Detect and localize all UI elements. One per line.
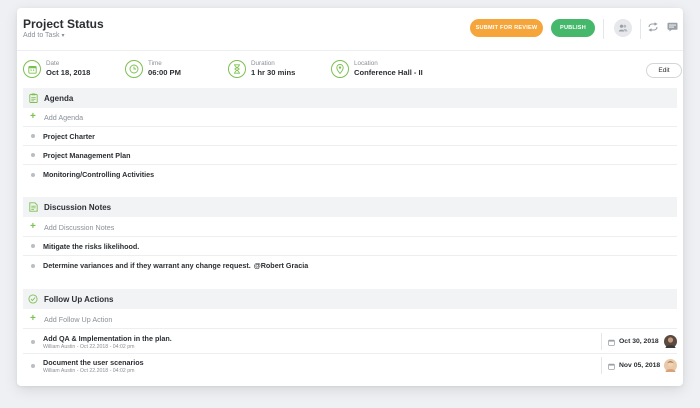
hourglass-icon [228, 60, 246, 78]
list-item[interactable]: Project Management Plan [23, 146, 677, 165]
clipboard-icon [28, 93, 38, 103]
mention-link[interactable]: @Robert Gracia [254, 261, 309, 270]
agenda-section-header: Agenda [23, 88, 677, 108]
bullet [31, 244, 35, 248]
add-agenda-button[interactable]: + Add Agenda [23, 108, 677, 127]
meeting-card: Project Status Add to Task ▾ SUBMIT FOR R… [17, 8, 683, 386]
due-date-text: Oct 30, 2018 [619, 338, 659, 345]
action-title: Add QA & Implementation in the plan. [43, 333, 172, 343]
note-text: Mitigate the risks likelihood. [43, 241, 140, 251]
avatar[interactable] [664, 359, 677, 372]
plus-icon: + [30, 313, 36, 324]
action-title: Document the user scenarios [43, 358, 144, 367]
message-icon [667, 19, 678, 37]
agenda-item-text: Monitoring/Controlling Activities [43, 170, 155, 179]
agenda-title: Agenda [44, 93, 74, 103]
agenda-item-text: Project Charter [43, 131, 95, 141]
duration-value: 1 hr 30 mins [251, 68, 296, 77]
notes-section-header: Discussion Notes [23, 197, 677, 217]
chevron-down-icon: ▾ [61, 33, 65, 39]
calendar-icon [23, 60, 41, 78]
notes-icon [28, 202, 38, 212]
bullet [31, 263, 35, 268]
time-field: Time 06:00 PM [125, 57, 181, 81]
calendar-icon [608, 357, 615, 375]
notes-title: Discussion Notes [44, 202, 112, 212]
date-field: Date Oct 18, 2018 [23, 57, 90, 81]
message-button[interactable] [666, 22, 678, 34]
share-icon [647, 19, 659, 37]
add-agenda-label: Add Agenda [44, 112, 84, 122]
time-value: 06:00 PM [148, 68, 181, 77]
add-action-label: Add Follow Up Action [44, 314, 113, 324]
due-date-text: Nov 05, 2018 [619, 362, 661, 369]
time-label: Time [148, 60, 162, 67]
edit-button[interactable]: Edit [646, 63, 682, 78]
location-value: Conference Hall - II [354, 68, 423, 77]
list-item[interactable]: Mitigate the risks likelihood. [23, 237, 677, 256]
header: Project Status Add to Task ▾ SUBMIT FOR R… [17, 8, 683, 50]
list-item[interactable]: Add QA & Implementation in the plan. Wil… [23, 330, 677, 354]
plus-icon: + [30, 221, 36, 232]
action-meta: William Austin - Oct 22.2018 - 04:02 pm [43, 368, 135, 374]
check-circle-icon [28, 294, 38, 304]
add-notes-label: Add Discussion Notes [44, 222, 115, 232]
location-label: Location [354, 60, 378, 67]
participants-button[interactable] [614, 19, 632, 37]
divider [603, 19, 604, 39]
date-value: Oct 18, 2018 [46, 68, 91, 77]
share-button[interactable] [647, 22, 659, 34]
duration-label: Duration [251, 60, 275, 67]
action-meta: William Austin - Oct 22.2018 - 04:02 pm [43, 343, 135, 350]
bullet [31, 134, 35, 138]
calendar-icon [608, 333, 615, 351]
due-date[interactable]: Oct 30, 2018 [601, 333, 659, 350]
bullet [31, 364, 35, 368]
meeting-details: Date Oct 18, 2018 Time 06:00 PM Duration… [17, 50, 683, 88]
add-notes-button[interactable]: + Add Discussion Notes [23, 218, 677, 237]
list-item[interactable]: Document the user scenarios William Aust… [23, 354, 677, 378]
actions-section-header: Follow Up Actions [23, 289, 677, 309]
avatar[interactable] [664, 335, 677, 348]
users-icon [618, 19, 628, 37]
bullet [31, 153, 35, 157]
clock-icon [125, 60, 143, 78]
agenda-item-text: Project Management Plan [43, 150, 131, 160]
divider [640, 19, 641, 39]
list-item[interactable]: Monitoring/Controlling Activities [23, 165, 677, 184]
list-item[interactable]: Project Charter [23, 127, 677, 146]
due-date[interactable]: Nov 05, 2018 [601, 357, 660, 374]
bullet [31, 172, 35, 177]
duration-field: Duration 1 hr 30 mins [228, 57, 295, 81]
page-title: Project Status [23, 17, 104, 31]
date-label: Date [46, 60, 60, 67]
bullet [31, 339, 35, 344]
list-item[interactable]: Determine variances and if they warrant … [23, 256, 677, 275]
note-text: Determine variances and if they warrant … [43, 261, 251, 270]
submit-for-review-button[interactable]: SUBMIT FOR REVIEW [470, 19, 543, 37]
add-to-task-label: Add to Task [23, 32, 60, 39]
location-pin-icon [331, 60, 349, 78]
add-to-task-dropdown[interactable]: Add to Task ▾ [23, 32, 64, 39]
plus-icon: + [30, 111, 36, 122]
add-action-button[interactable]: + Add Follow Up Action [23, 310, 677, 329]
location-field: Location Conference Hall - II [331, 57, 423, 81]
publish-button[interactable]: PUBLISH [551, 19, 595, 37]
actions-title: Follow Up Actions [44, 294, 114, 304]
